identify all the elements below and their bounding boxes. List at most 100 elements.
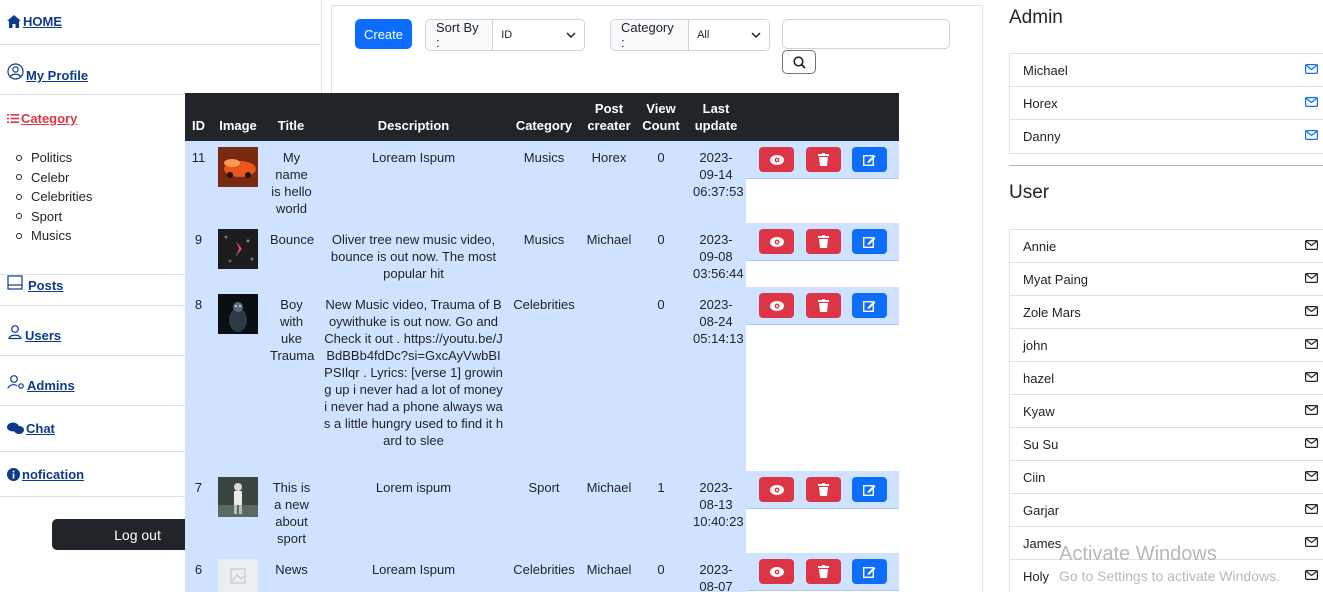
user-name: Holy	[1023, 569, 1050, 584]
create-button[interactable]: Create	[355, 19, 412, 49]
category-item[interactable]: Politics	[16, 148, 92, 168]
mail-icon[interactable]	[1305, 471, 1318, 481]
home-icon	[7, 15, 21, 28]
user-item[interactable]: Myat Paing	[1010, 263, 1323, 296]
mail-icon[interactable]	[1305, 504, 1318, 514]
edit-button[interactable]	[852, 229, 887, 254]
mail-icon[interactable]	[1305, 130, 1318, 140]
edit-button[interactable]	[852, 559, 887, 584]
nav-posts-link[interactable]: Posts	[7, 272, 63, 293]
mail-icon[interactable]	[1305, 405, 1318, 415]
delete-button[interactable]	[806, 229, 841, 254]
image-placeholder-icon	[230, 568, 246, 584]
bullet-icon	[16, 174, 22, 181]
user-name: Ciin	[1023, 469, 1046, 485]
row-views: 0	[657, 562, 665, 577]
admin-section-title: Admin	[1009, 7, 1063, 28]
mail-icon[interactable]	[1305, 306, 1318, 316]
row-id: 9	[194, 232, 203, 247]
user-name: john	[1023, 337, 1048, 353]
nav-users-link[interactable]: Users	[7, 321, 61, 343]
delete-button[interactable]	[806, 147, 841, 172]
nav-notification-link[interactable]: nofication	[7, 467, 84, 482]
table-row: 8 Boy with uke Trauma New Music video, T…	[185, 287, 746, 471]
view-button[interactable]	[759, 477, 794, 502]
row-creator: Michael	[586, 232, 632, 247]
edit-icon	[863, 155, 876, 166]
row-title: Boy with uke Trauma	[270, 297, 315, 363]
user-item[interactable]: Annie	[1010, 230, 1323, 263]
admin-item[interactable]: Danny	[1010, 120, 1323, 153]
trash-icon	[818, 483, 829, 496]
row-creator: Horex	[591, 150, 627, 165]
view-button[interactable]	[759, 559, 794, 584]
user-item[interactable]: Kyaw	[1010, 395, 1323, 428]
user-item[interactable]: Ciin	[1010, 461, 1323, 494]
sort-label: Sort By :	[426, 20, 494, 50]
row-category: Sport	[528, 480, 560, 495]
table-row: 11 My name is hello world Loream Ispum M…	[185, 141, 746, 223]
info-icon	[7, 468, 20, 481]
view-button[interactable]	[759, 293, 794, 318]
delete-button[interactable]	[806, 477, 841, 502]
post-thumbnail[interactable]	[218, 229, 258, 269]
admin-name: Michael	[1023, 62, 1068, 78]
category-item[interactable]: Celebr	[16, 168, 92, 188]
delete-button[interactable]	[806, 293, 841, 318]
post-thumbnail[interactable]	[218, 147, 258, 187]
admin-item[interactable]: Horex	[1010, 87, 1323, 120]
row-id: 8	[194, 297, 203, 312]
mail-icon[interactable]	[1305, 273, 1318, 283]
post-thumbnail[interactable]	[218, 477, 258, 517]
user-item[interactable]: Su Su	[1010, 428, 1323, 461]
edit-button[interactable]	[852, 147, 887, 172]
category-item[interactable]: Celebrities	[16, 187, 92, 207]
mail-icon[interactable]	[1305, 240, 1318, 250]
mail-icon[interactable]	[1305, 438, 1318, 448]
user-circle-icon	[7, 63, 24, 80]
user-name: Garjar	[1023, 502, 1060, 518]
mail-icon[interactable]	[1305, 64, 1318, 74]
user-item[interactable]: Garjar	[1010, 494, 1323, 527]
trash-icon	[818, 565, 829, 578]
delete-button[interactable]	[806, 559, 841, 584]
user-item[interactable]: hazel	[1010, 362, 1323, 395]
row-updated: 2023-09-08 03:56:44	[693, 232, 744, 281]
edit-button[interactable]	[852, 477, 887, 502]
category-label: Celebr	[31, 169, 70, 185]
view-button[interactable]	[759, 229, 794, 254]
nav-home-link[interactable]: HOME	[7, 14, 62, 29]
category-item[interactable]: Sport	[16, 207, 92, 227]
nav-item-profile: My Profile	[0, 45, 322, 95]
chevron-down-icon	[566, 32, 576, 38]
search-button[interactable]	[782, 50, 816, 74]
mail-icon[interactable]	[1305, 339, 1318, 349]
edit-button[interactable]	[852, 293, 887, 318]
post-thumbnail[interactable]	[218, 559, 258, 592]
nav-admins-link[interactable]: Admins	[7, 371, 75, 393]
nav-category-link[interactable]: Category	[7, 111, 77, 126]
mail-icon[interactable]	[1305, 372, 1318, 382]
user-item[interactable]: Zole Mars	[1010, 296, 1323, 329]
row-description: Oliver tree new music video, bounce is o…	[330, 232, 497, 281]
nav-profile-link[interactable]: My Profile	[7, 60, 88, 83]
mail-icon[interactable]	[1305, 537, 1318, 547]
mail-icon[interactable]	[1305, 97, 1318, 107]
admin-list: Michael Horex Danny	[1009, 53, 1323, 154]
view-button[interactable]	[759, 147, 794, 172]
edit-icon	[863, 485, 876, 496]
row-actions	[746, 141, 899, 179]
search-input[interactable]	[782, 19, 950, 49]
row-updated: 2023-09-14 06:37:53	[693, 150, 744, 199]
row-title: News	[275, 562, 308, 577]
category-select[interactable]: All	[689, 20, 769, 50]
mail-icon[interactable]	[1305, 570, 1318, 580]
post-thumbnail[interactable]	[218, 294, 258, 334]
sort-select[interactable]: ID	[493, 20, 584, 50]
category-item[interactable]: Musics	[16, 226, 92, 246]
admin-item[interactable]: Michael	[1010, 54, 1323, 87]
category-label: Sport	[31, 208, 63, 224]
car-image-icon	[218, 147, 258, 187]
user-item[interactable]: john	[1010, 329, 1323, 362]
nav-chat-link[interactable]: Chat	[7, 421, 55, 436]
